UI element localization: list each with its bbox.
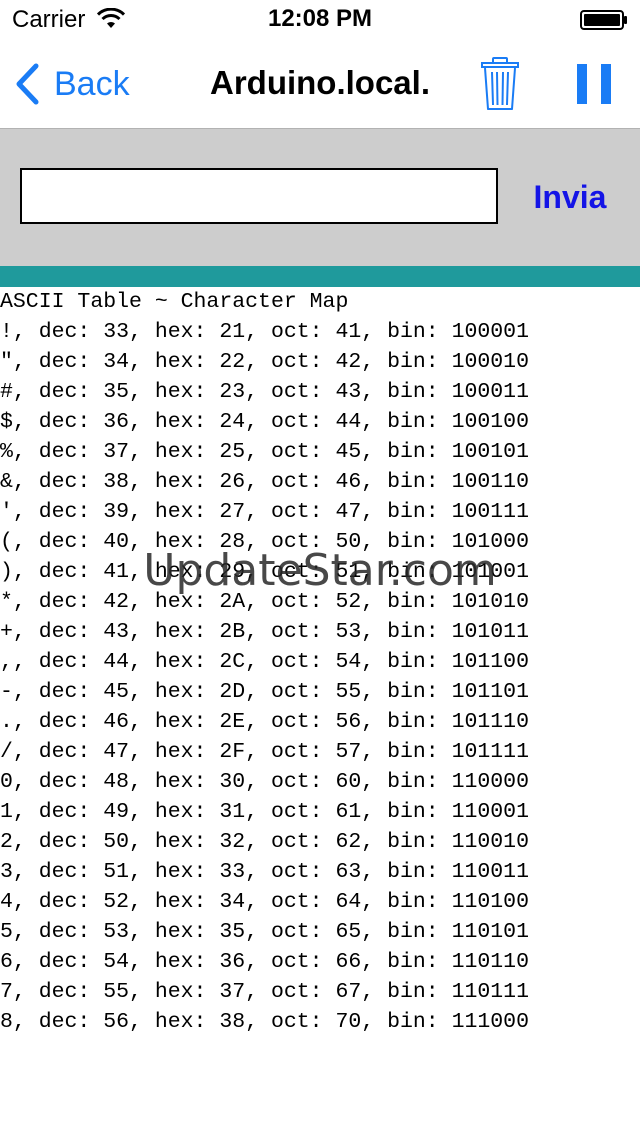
battery-icon — [580, 10, 627, 30]
serial-line: /, dec: 47, hex: 2F, oct: 57, bin: 10111… — [0, 740, 529, 764]
back-button[interactable]: Back — [14, 60, 130, 108]
serial-line: !, dec: 33, hex: 21, oct: 41, bin: 10000… — [0, 320, 529, 344]
serial-line: 6, dec: 54, hex: 36, oct: 66, bin: 11011… — [0, 950, 529, 974]
serial-line: &, dec: 38, hex: 26, oct: 46, bin: 10011… — [0, 470, 529, 494]
send-button[interactable]: Invia — [520, 179, 620, 216]
serial-line: 4, dec: 52, hex: 34, oct: 64, bin: 11010… — [0, 890, 529, 914]
serial-line: +, dec: 43, hex: 2B, oct: 53, bin: 10101… — [0, 620, 529, 644]
serial-line: ", dec: 34, hex: 22, oct: 42, bin: 10001… — [0, 350, 529, 374]
serial-line: 3, dec: 51, hex: 33, oct: 63, bin: 11001… — [0, 860, 529, 884]
navigation-bar: Back Arduino.local. — [0, 40, 640, 129]
back-label: Back — [54, 64, 130, 103]
serial-line: ., dec: 46, hex: 2E, oct: 56, bin: 10111… — [0, 710, 529, 734]
serial-line: $, dec: 36, hex: 24, oct: 44, bin: 10010… — [0, 410, 529, 434]
serial-line: 2, dec: 50, hex: 32, oct: 62, bin: 11001… — [0, 830, 529, 854]
serial-line: 8, dec: 56, hex: 38, oct: 70, bin: 11100… — [0, 1010, 529, 1034]
input-panel: Invia — [0, 129, 640, 266]
serial-line: (, dec: 40, hex: 28, oct: 50, bin: 10100… — [0, 530, 529, 554]
app-screen: Carrier 12:08 PM Back Arduino.local. Inv… — [0, 0, 640, 1136]
serial-line: 5, dec: 53, hex: 35, oct: 65, bin: 11010… — [0, 920, 529, 944]
serial-line: ASCII Table ~ Character Map — [0, 290, 349, 314]
pause-icon[interactable] — [577, 64, 611, 104]
serial-line: 1, dec: 49, hex: 31, oct: 61, bin: 11000… — [0, 800, 529, 824]
message-input[interactable] — [20, 168, 498, 224]
serial-output[interactable]: ASCII Table ~ Character Map !, dec: 33, h… — [0, 287, 640, 1136]
status-time: 12:08 PM — [267, 5, 373, 32]
serial-line: ', dec: 39, hex: 27, oct: 47, bin: 10011… — [0, 500, 529, 524]
serial-line: #, dec: 35, hex: 23, oct: 43, bin: 10001… — [0, 380, 529, 404]
serial-line: *, dec: 42, hex: 2A, oct: 52, bin: 10101… — [0, 590, 529, 614]
serial-line: 0, dec: 48, hex: 30, oct: 60, bin: 11000… — [0, 770, 529, 794]
status-bar: Carrier 12:08 PM — [0, 0, 640, 40]
serial-line: ,, dec: 44, hex: 2C, oct: 54, bin: 10110… — [0, 650, 529, 674]
serial-line: -, dec: 45, hex: 2D, oct: 55, bin: 10110… — [0, 680, 529, 704]
page-title: Arduino.local. — [209, 64, 430, 101]
serial-line: ), dec: 41, hex: 29, oct: 51, bin: 10100… — [0, 560, 529, 584]
divider-bar — [0, 266, 640, 287]
chevron-left-icon — [16, 63, 39, 105]
serial-line: 7, dec: 55, hex: 37, oct: 67, bin: 11011… — [0, 980, 529, 1004]
serial-line: %, dec: 37, hex: 25, oct: 45, bin: 10010… — [0, 440, 529, 464]
trash-icon[interactable] — [480, 56, 520, 112]
